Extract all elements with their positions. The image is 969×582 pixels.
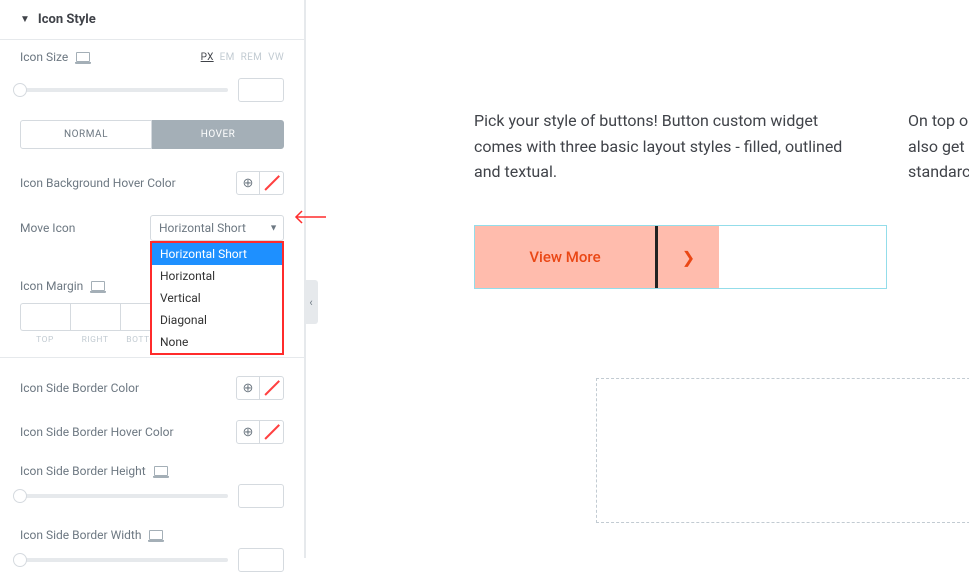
- side-border-width-label: Icon Side Border Width: [20, 528, 141, 542]
- desktop-icon[interactable]: [154, 466, 168, 476]
- side-border-width-input[interactable]: [238, 548, 284, 572]
- side-border-height-slider-row: [0, 480, 304, 518]
- preview-paragraph: Pick your style of buttons! Button custo…: [474, 108, 854, 185]
- tab-normal[interactable]: NORMAL: [20, 120, 152, 149]
- side-border-width-slider[interactable]: [20, 558, 228, 562]
- move-icon-row: Move Icon Horizontal Short ▼ Horizontal …: [0, 205, 304, 251]
- tab-hover[interactable]: HOVER: [152, 120, 284, 149]
- margin-top-input[interactable]: [20, 303, 70, 331]
- option-diagonal[interactable]: Diagonal: [152, 309, 282, 331]
- global-color-icon[interactable]: ⊕: [236, 376, 260, 400]
- preview-paragraph-2: On top o also get standarc: [908, 108, 969, 185]
- side-border-color-label: Icon Side Border Color: [20, 381, 139, 395]
- side-border-height-input[interactable]: [238, 484, 284, 508]
- unit-vw[interactable]: VW: [268, 52, 284, 63]
- move-icon-label: Move Icon: [20, 221, 75, 235]
- view-more-button[interactable]: View More: [475, 226, 655, 288]
- move-icon-select[interactable]: Horizontal Short ▼: [150, 215, 284, 241]
- unit-em[interactable]: EM: [220, 52, 235, 63]
- icon-margin-label: Icon Margin: [20, 279, 83, 293]
- side-border-hover-row: Icon Side Border Hover Color ⊕: [0, 410, 304, 454]
- slider-thumb[interactable]: [13, 489, 27, 503]
- side-border-width-row: Icon Side Border Width: [0, 518, 304, 544]
- bg-hover-color-label: Icon Background Hover Color: [20, 176, 176, 190]
- margin-right-label: RIGHT: [70, 335, 120, 345]
- slider-thumb[interactable]: [13, 83, 27, 97]
- icon-size-slider[interactable]: [20, 88, 228, 92]
- global-color-icon[interactable]: ⊕: [236, 420, 260, 444]
- global-color-icon[interactable]: ⊕: [236, 171, 260, 195]
- side-border-height-label: Icon Side Border Height: [20, 464, 146, 478]
- unit-px[interactable]: PX: [201, 52, 214, 63]
- icon-size-slider-row: [0, 74, 304, 112]
- icon-size-input[interactable]: [238, 78, 284, 102]
- margin-top-label: TOP: [20, 335, 70, 345]
- color-picker-none[interactable]: [260, 171, 284, 195]
- empty-section-placeholder[interactable]: [596, 378, 969, 523]
- option-horizontal-short[interactable]: Horizontal Short: [152, 243, 282, 265]
- move-icon-dropdown: Horizontal Short Horizontal Vertical Dia…: [150, 241, 284, 355]
- bg-hover-color-row: Icon Background Hover Color ⊕: [0, 161, 304, 205]
- chevron-down-icon: ▼: [269, 223, 278, 234]
- option-vertical[interactable]: Vertical: [152, 287, 282, 309]
- option-none[interactable]: None: [152, 331, 282, 353]
- icon-size-row: Icon Size PX EM REM VW: [0, 40, 304, 74]
- unit-rem[interactable]: REM: [241, 52, 262, 63]
- section-title: Icon Style: [38, 12, 96, 27]
- unit-switcher: PX EM REM VW: [201, 52, 284, 63]
- side-border-color-row: Icon Side Border Color ⊕: [0, 366, 304, 410]
- icon-size-label: Icon Size: [20, 50, 68, 64]
- caret-down-icon: ▼: [20, 14, 30, 25]
- slider-thumb[interactable]: [13, 553, 27, 567]
- desktop-icon[interactable]: [91, 281, 105, 291]
- preview-canvas: Pick your style of buttons! Button custo…: [306, 0, 969, 558]
- side-border-width-slider-row: [0, 544, 304, 582]
- margin-right-input[interactable]: [70, 303, 120, 331]
- option-horizontal[interactable]: Horizontal: [152, 265, 282, 287]
- side-border-height-row: Icon Side Border Height: [0, 454, 304, 480]
- desktop-icon[interactable]: [76, 52, 90, 62]
- section-header[interactable]: ▼ Icon Style: [0, 0, 304, 40]
- side-border-height-slider[interactable]: [20, 494, 228, 498]
- color-picker-none[interactable]: [260, 420, 284, 444]
- desktop-icon[interactable]: [149, 530, 163, 540]
- divider: [0, 357, 304, 358]
- side-border-hover-label: Icon Side Border Hover Color: [20, 425, 174, 439]
- color-picker-none[interactable]: [260, 376, 284, 400]
- button-arrow-icon[interactable]: ❯: [655, 226, 719, 288]
- state-tabs: NORMAL HOVER: [0, 112, 304, 161]
- button-widget[interactable]: View More ❯: [474, 225, 887, 289]
- style-panel: ▼ Icon Style Icon Size PX EM REM VW NORM…: [0, 0, 306, 558]
